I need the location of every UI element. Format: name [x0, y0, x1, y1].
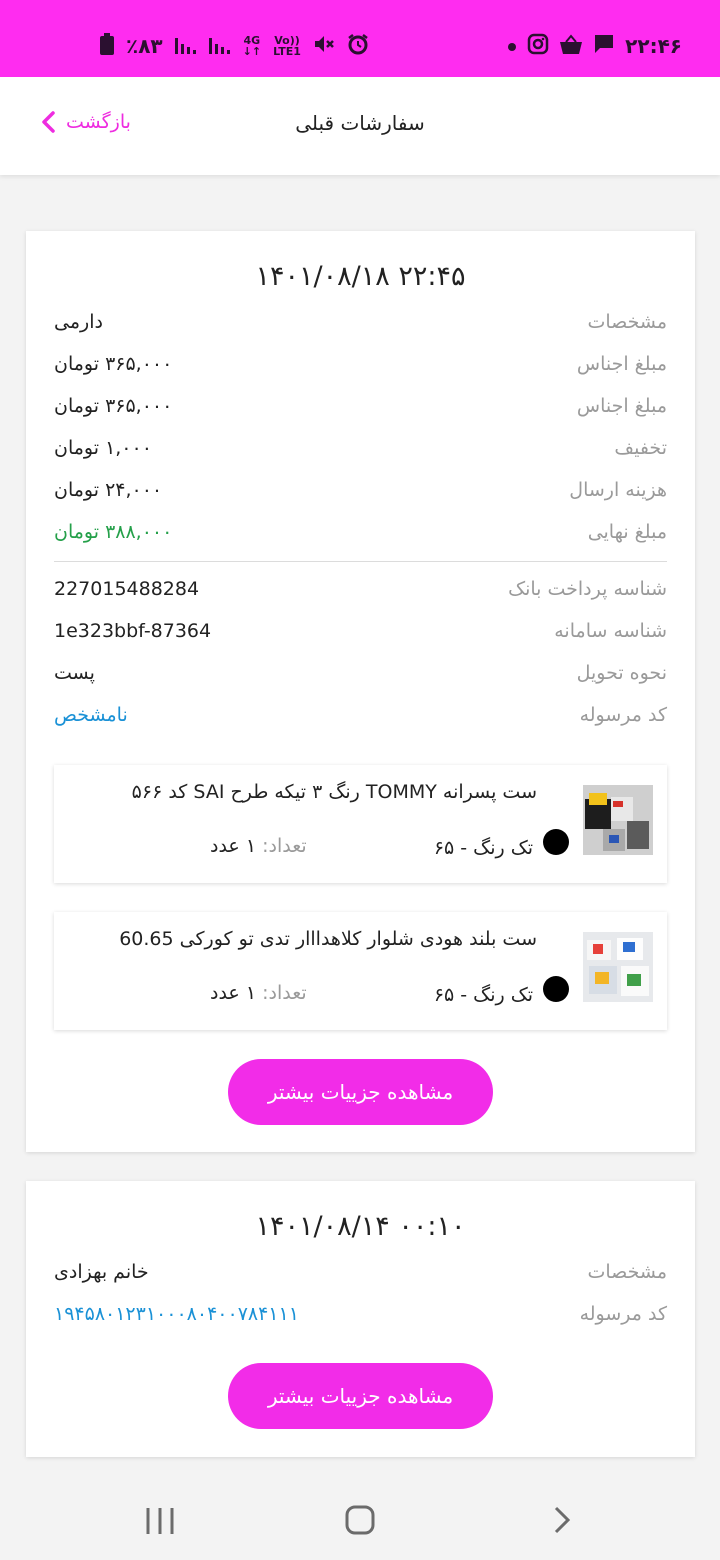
recent-apps-icon[interactable] [140, 1500, 180, 1540]
order-row: تخفیف ۱,۰۰۰ تومان [54, 437, 667, 467]
row-label: مشخصات [587, 311, 667, 333]
back-button[interactable]: بازگشت [40, 110, 131, 134]
product-color: تک رنگ - ۶۵ [433, 984, 533, 1006]
row-value: ۲۴,۰۰۰ تومان [54, 479, 163, 501]
divider [54, 561, 667, 562]
product-name: ست پسرانه TOMMY رنگ ۳ تیکه طرح SAI کد ۵۶… [131, 781, 537, 803]
color-swatch [543, 829, 569, 855]
lte-label: LTE1 [273, 45, 301, 58]
order-card: ۱۴۰۱/۰۸/۱۸ ۲۲:۴۵ مشخصات دارمی مبلغ اجناس… [26, 231, 695, 1152]
status-bar: ٪۸۳ 4G ↓↑ Vo)) LTE1 ۲۲:۴۶ [0, 0, 720, 77]
network-label: 4G [243, 34, 261, 47]
order-row: کد مرسوله نامشخص [54, 704, 667, 734]
row-label: کد مرسوله [579, 1303, 667, 1325]
status-time: ۲۲:۴۶ [625, 34, 682, 58]
order-row: شناسه سامانه 1e323bbf-87364 [54, 620, 667, 650]
chevron-left-icon [40, 110, 56, 134]
status-left: ٪۸۳ 4G ↓↑ Vo)) LTE1 [100, 32, 369, 60]
product-thumbnail [583, 932, 653, 1002]
order-row: نحوه تحویل پست [54, 662, 667, 692]
shopping-basket-icon [559, 33, 583, 59]
final-price-value: ۳۸۸,۰۰۰ تومان [54, 521, 173, 543]
row-label: مبلغ اجناس [576, 395, 667, 417]
row-label: نحوه تحویل [576, 662, 667, 684]
product-thumbnail [583, 785, 653, 855]
row-label: شناسه پرداخت بانک [508, 578, 667, 600]
order-row: کد مرسوله ۱۹۴۵۸۰۱۲۳۱۰۰۰۸۰۴۰۰۷۸۴۱۱۱ [54, 1303, 667, 1333]
tracking-code-link[interactable]: نامشخص [54, 704, 128, 726]
battery-icon [100, 33, 114, 59]
message-icon [593, 33, 615, 59]
order-row-final: مبلغ نهایی ۳۸۸,۰۰۰ تومان [54, 521, 667, 551]
row-label: مبلغ اجناس [576, 353, 667, 375]
row-value: ۳۶۵,۰۰۰ تومان [54, 353, 173, 375]
product-quantity: تعداد: ۱ عدد [210, 835, 307, 857]
order-row: مشخصات دارمی [54, 311, 667, 341]
row-label: مبلغ نهایی [587, 521, 667, 543]
home-icon[interactable] [340, 1500, 380, 1540]
order-date: ۱۴۰۱/۰۸/۱۴ ۰۰:۱۰ [255, 1211, 466, 1242]
mute-icon [313, 33, 335, 59]
instagram-icon [527, 33, 549, 59]
back-icon[interactable] [542, 1500, 582, 1540]
product-name: ست بلند هودی شلوار کلاهدااار تدی تو کورک… [119, 928, 537, 950]
row-value: دارمی [54, 311, 103, 333]
status-right: ۲۲:۴۶ [507, 32, 682, 60]
quantity-label: تعداد: [262, 982, 307, 1004]
back-label: بازگشت [66, 111, 131, 133]
quantity-label: تعداد: [262, 835, 307, 857]
order-row: هزینه ارسال ۲۴,۰۰۰ تومان [54, 479, 667, 509]
order-row: مشخصات خانم بهزادی [54, 1261, 667, 1291]
bank-id-value: 227015488284 [54, 578, 200, 600]
row-value: ۳۶۵,۰۰۰ تومان [54, 395, 173, 417]
alarm-icon [347, 33, 369, 59]
row-label: تخفیف [614, 437, 667, 459]
order-row: شناسه پرداخت بانک 227015488284 [54, 578, 667, 608]
product-item[interactable]: ست بلند هودی شلوار کلاهدااار تدی تو کورک… [54, 912, 667, 1030]
signal-icon [174, 34, 197, 58]
view-details-button[interactable]: مشاهده جزییات بیشتر [228, 1363, 493, 1429]
row-label: کد مرسوله [579, 704, 667, 726]
system-id-value: 1e323bbf-87364 [54, 620, 212, 642]
delivery-value: پست [54, 662, 95, 684]
color-swatch [543, 976, 569, 1002]
dot-icon [507, 37, 517, 56]
row-label: شناسه سامانه [554, 620, 667, 642]
row-label: هزینه ارسال [569, 479, 667, 501]
product-quantity: تعداد: ۱ عدد [210, 982, 307, 1004]
row-value: خانم بهزادی [54, 1261, 149, 1283]
quantity-value: ۱ عدد [210, 835, 257, 857]
product-item[interactable]: ست پسرانه TOMMY رنگ ۳ تیکه طرح SAI کد ۵۶… [54, 765, 667, 883]
quantity-value: ۱ عدد [210, 982, 257, 1004]
row-label: مشخصات [587, 1261, 667, 1283]
order-date: ۱۴۰۱/۰۸/۱۸ ۲۲:۴۵ [255, 261, 466, 292]
tracking-code-link[interactable]: ۱۹۴۵۸۰۱۲۳۱۰۰۰۸۰۴۰۰۷۸۴۱۱۱ [54, 1303, 299, 1325]
system-nav-bar [0, 1480, 720, 1560]
signal-icon [208, 34, 231, 58]
product-color: تک رنگ - ۶۵ [433, 837, 533, 859]
order-card: ۱۴۰۱/۰۸/۱۴ ۰۰:۱۰ مشخصات خانم بهزادی کد م… [26, 1181, 695, 1457]
order-row: مبلغ اجناس ۳۶۵,۰۰۰ تومان [54, 395, 667, 425]
view-details-button[interactable]: مشاهده جزییات بیشتر [228, 1059, 493, 1125]
network-type: 4G ↓↑ [242, 34, 262, 58]
volte-indicator: Vo)) LTE1 [273, 35, 301, 57]
app-header: سفارشات قبلی بازگشت [0, 77, 720, 175]
order-row: مبلغ اجناس ۳۶۵,۰۰۰ تومان [54, 353, 667, 383]
battery-percent: ٪۸۳ [126, 34, 163, 58]
row-value: ۱,۰۰۰ تومان [54, 437, 152, 459]
